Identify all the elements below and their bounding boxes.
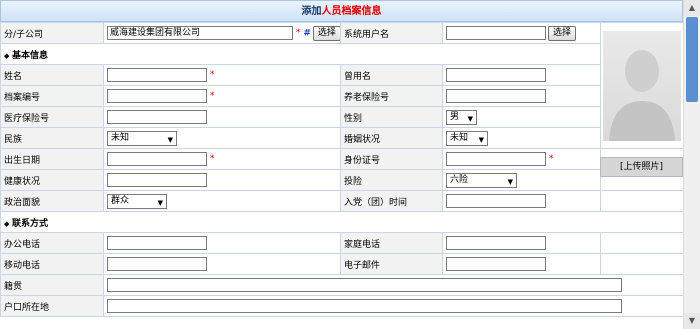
title-highlight: 人员档案信息	[321, 6, 382, 17]
political-label: 政治面貌	[0, 190, 104, 212]
gender-select[interactable]: 男 ▼	[446, 109, 477, 125]
table-row: 籍贯	[0, 274, 684, 296]
birth-field[interactable]	[107, 152, 207, 166]
ethnicity-select[interactable]: 未知 ▼	[107, 130, 177, 146]
chevron-down-icon: ▼	[157, 198, 163, 207]
scroll-down-icon[interactable]: ▼	[684, 313, 700, 329]
medical-label: 医疗保险号	[0, 106, 104, 128]
chevron-down-icon: ▼	[467, 114, 473, 123]
hash-mark: #	[303, 28, 311, 38]
system-user-field[interactable]	[446, 26, 546, 40]
table-row: 办公电话 家庭电话	[0, 232, 684, 254]
chevron-down-icon: ▼	[507, 177, 513, 186]
section-contact-title: 联系方式	[12, 218, 49, 229]
table-row: 出生日期 * 身份证号 *	[0, 148, 684, 170]
political-value: 群众	[111, 195, 130, 206]
table-row: 分/子公司 威海建设集团有限公司 * # 选择 系统用户名 选择	[0, 22, 684, 149]
medical-field[interactable]	[107, 110, 207, 124]
home-phone-field[interactable]	[446, 236, 546, 250]
scroll-thumb[interactable]	[686, 17, 698, 102]
table-row: 户口所在地	[0, 295, 684, 317]
email-label: 电子邮件	[340, 253, 443, 275]
required-mark: *	[210, 154, 215, 164]
ethnicity-label: 民族	[0, 127, 104, 149]
office-phone-field[interactable]	[107, 236, 207, 250]
health-label: 健康状况	[0, 169, 104, 191]
archive-no-label: 档案编号	[0, 85, 104, 107]
marital-value: 未知	[450, 132, 469, 143]
former-name-label: 曾用名	[340, 64, 443, 86]
table-row: 档案编号 * 养老保险号	[0, 85, 684, 107]
chevron-down-icon: ▼	[478, 135, 484, 144]
table-row: 医疗保险号 性别 男 ▼	[0, 106, 684, 128]
company-field[interactable]: 威海建设集团有限公司	[107, 26, 293, 40]
gender-label: 性别	[340, 106, 443, 128]
avatar-placeholder-icon	[603, 31, 681, 141]
id-field[interactable]	[446, 152, 546, 166]
archive-form-table: 分/子公司 威海建设集团有限公司* #选择 系统用户名 选择 ◆基本信息	[0, 22, 684, 317]
marital-label: 婚姻状况	[340, 127, 443, 149]
native-field[interactable]	[107, 278, 622, 292]
office-phone-label: 办公电话	[0, 232, 104, 254]
email-field[interactable]	[446, 257, 546, 271]
party-time-field[interactable]	[446, 194, 546, 208]
health-field[interactable]	[107, 173, 207, 187]
ethnicity-value: 未知	[111, 132, 130, 143]
insurance-value: 六险	[450, 174, 469, 185]
pension-field[interactable]	[446, 89, 546, 103]
gender-value: 男	[450, 111, 460, 122]
political-select[interactable]: 群众 ▼	[107, 193, 167, 209]
birth-label: 出生日期	[0, 148, 104, 170]
select-system-user-button[interactable]: 选择	[548, 25, 577, 41]
form-title: 添加人员档案信息	[0, 0, 683, 22]
required-mark: *	[210, 70, 215, 80]
form-window: 添加人员档案信息 分/子公司 威海建设集团有限公司 * # 选择 系统用户名 选择	[0, 0, 700, 329]
chevron-down-icon: ▼	[167, 135, 173, 144]
archive-no-field[interactable]	[107, 89, 207, 103]
table-row: 政治面貌 群众 ▼ 入党（团）时间	[0, 190, 684, 212]
insurance-select[interactable]: 六险 ▼	[446, 172, 517, 188]
mobile-field[interactable]	[107, 257, 207, 271]
required-mark: *	[296, 28, 301, 38]
system-user-label: 系统用户名	[340, 22, 443, 44]
former-name-field[interactable]	[446, 68, 546, 82]
section-arrow-icon: ◆	[4, 51, 10, 60]
scroll-up-icon[interactable]: ▲	[684, 0, 700, 16]
native-label: 籍贯	[0, 274, 104, 296]
section-arrow-icon: ◆	[4, 219, 10, 228]
party-time-label: 入党（团）时间	[340, 190, 443, 212]
name-label: 姓名	[0, 64, 104, 86]
company-label: 分/子公司	[0, 22, 104, 44]
required-mark: *	[210, 91, 215, 101]
table-row: 移动电话 电子邮件	[0, 253, 684, 275]
pension-label: 养老保险号	[340, 85, 443, 107]
vertical-scrollbar[interactable]: ▲ ▼	[683, 0, 700, 329]
table-row: 姓名 * 曾用名	[0, 64, 684, 86]
name-field[interactable]	[107, 68, 207, 82]
section-basic-title: 基本信息	[12, 50, 49, 61]
household-label: 户口所在地	[0, 295, 104, 317]
table-row: 健康状况 投险 六险 ▼	[0, 169, 684, 191]
title-prefix: 添加	[301, 6, 322, 17]
select-company-button[interactable]: 选择	[312, 25, 340, 41]
photo-cell	[600, 22, 684, 149]
table-row: 民族 未知 ▼ 婚姻状况 未知 ▼	[0, 127, 684, 149]
table-row: ◆ 基本信息	[0, 43, 684, 65]
required-mark: *	[549, 154, 554, 164]
upload-photo-link[interactable]: [上传照片]	[600, 157, 683, 177]
mobile-label: 移动电话	[0, 253, 104, 275]
home-phone-label: 家庭电话	[340, 232, 443, 254]
insurance-label: 投险	[340, 169, 443, 191]
table-row: ◆ 联系方式	[0, 211, 684, 233]
id-label: 身份证号	[340, 148, 443, 170]
marital-select[interactable]: 未知 ▼	[446, 130, 488, 146]
household-field[interactable]	[107, 299, 622, 313]
